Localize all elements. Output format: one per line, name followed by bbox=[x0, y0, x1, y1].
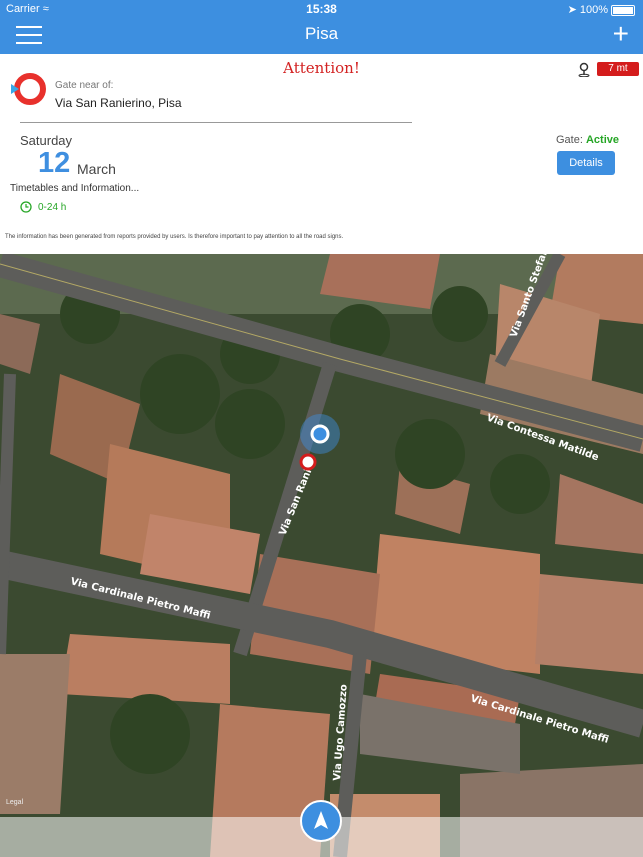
divider bbox=[20, 122, 412, 123]
navigation-arrow-icon[interactable] bbox=[300, 800, 342, 842]
distance-badge: 7 mt bbox=[597, 62, 639, 76]
gate-address: Via San Ranierino, Pisa bbox=[55, 96, 182, 110]
gate-marker-icon[interactable] bbox=[299, 453, 317, 471]
page-title: Pisa bbox=[304, 24, 339, 43]
timetables-link[interactable]: Timetables and Information... bbox=[10, 183, 139, 194]
map-canvas: Via Contessa Matilde Via San Ranie Via S… bbox=[0, 254, 643, 857]
gate-status-value: Active bbox=[585, 134, 619, 146]
navigation-bar: Carrier ≈ 15:38 ➤ 100% Pisa + bbox=[0, 0, 643, 54]
attention-heading: Attention! bbox=[283, 59, 360, 77]
plus-icon[interactable]: + bbox=[613, 20, 629, 48]
status-bar: Carrier ≈ 15:38 ➤ 100% bbox=[0, 0, 643, 18]
status-right: ➤ 100% bbox=[568, 3, 635, 16]
user-location-icon bbox=[300, 414, 340, 454]
date-day: 12 bbox=[38, 147, 71, 179]
details-button[interactable]: Details bbox=[557, 151, 615, 175]
gate-status: Gate: Active bbox=[556, 134, 619, 146]
battery-icon bbox=[611, 4, 635, 16]
date-month: March bbox=[77, 161, 116, 177]
arrow-glyph bbox=[314, 811, 328, 829]
location-arrow-icon: ➤ bbox=[567, 4, 577, 16]
battery-percent: 100% bbox=[579, 4, 608, 16]
satellite-map[interactable]: Via Contessa Matilde Via San Ranie Via S… bbox=[0, 254, 643, 857]
map-pin-icon bbox=[578, 62, 590, 77]
date-weekday: Saturday bbox=[20, 133, 73, 148]
opening-hours: 0-24 h bbox=[38, 202, 67, 213]
clock-icon bbox=[20, 201, 32, 213]
status-time: 15:38 bbox=[306, 2, 337, 16]
legal-link[interactable]: Legal bbox=[6, 799, 23, 806]
disclaimer-text: The information has been generated from … bbox=[5, 234, 344, 240]
gate-near-label: Gate near of: bbox=[55, 80, 114, 91]
gate-info-panel: Gate near of: Via San Ranierino, Pisa At… bbox=[0, 54, 643, 254]
